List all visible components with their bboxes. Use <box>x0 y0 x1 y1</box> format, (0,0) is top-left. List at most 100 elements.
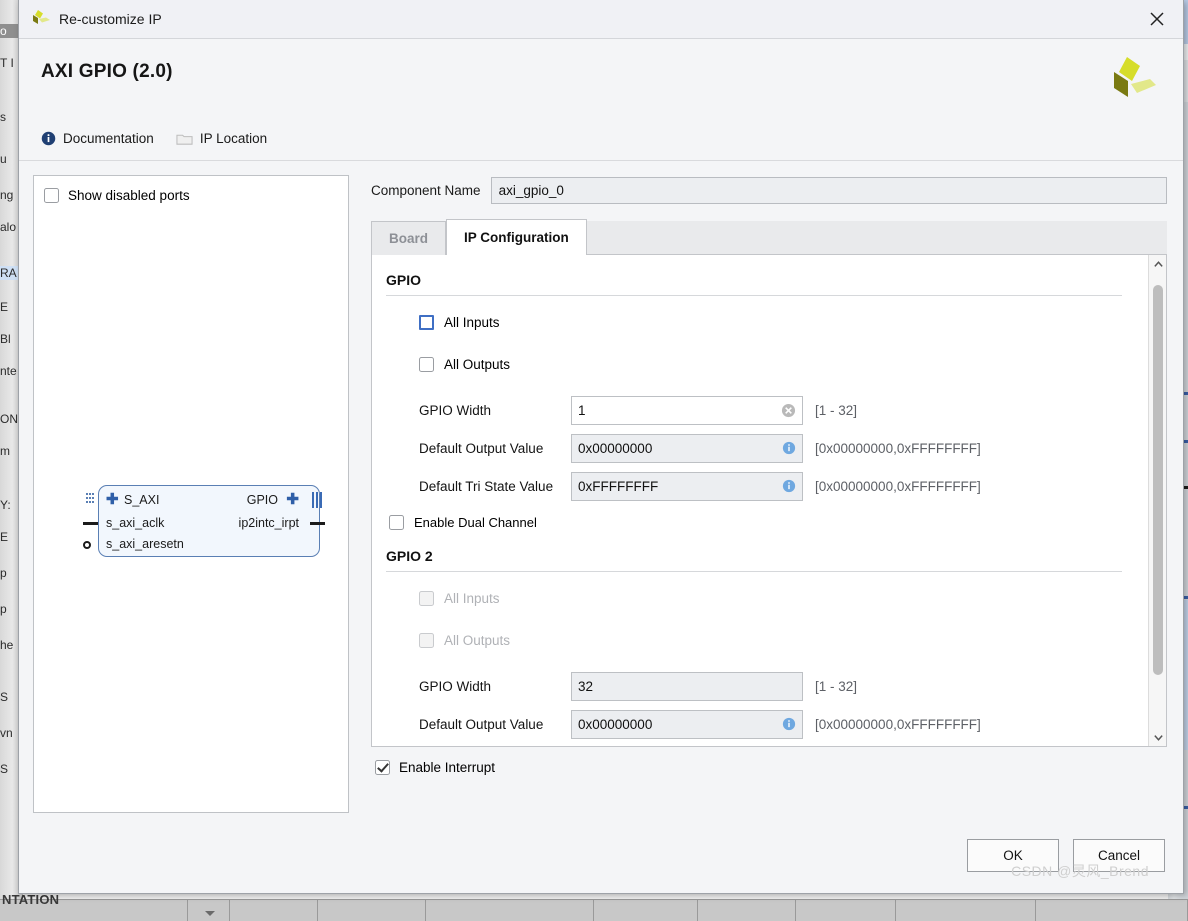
gpio-default-output-row: Default Output Value 0x00000000 [0x00000… <box>419 433 1148 463</box>
clear-circle-icon[interactable] <box>781 403 796 418</box>
cancel-button[interactable]: Cancel <box>1073 838 1165 872</box>
gpio-all-inputs-checkbox[interactable] <box>419 314 434 330</box>
gpio-width-row: GPIO Width 1 [1 - 32] <box>419 395 1148 425</box>
enable-interrupt-label: Enable Interrupt <box>399 760 496 775</box>
dialog-titlebar: Re-customize IP <box>19 0 1183 39</box>
ip-block-symbol: ✚ S_AXI s_axi_aclk s_axi_aresetn GPIO ✚ … <box>80 481 328 571</box>
gpio-all-outputs-row[interactable]: All Outputs <box>419 353 1148 375</box>
component-name-row: Component Name axi_gpio_0 <box>371 177 1167 204</box>
documentation-link[interactable]: Documentation <box>41 131 154 146</box>
port-label-s-axi: S_AXI <box>124 493 160 507</box>
ip-configuration-scroll-content: GPIO All Inputs All Outputs GPIO Width 1 <box>372 255 1148 746</box>
enable-dual-channel-label: Enable Dual Channel <box>414 515 537 530</box>
gpio-default-output-label: Default Output Value <box>419 440 544 456</box>
ok-button-label: OK <box>1003 847 1023 863</box>
show-disabled-ports-checkbox[interactable] <box>44 188 59 203</box>
gpio2-width-input[interactable]: 32 <box>571 671 803 701</box>
enable-interrupt-checkbox[interactable] <box>375 760 390 775</box>
ip-configuration-column: Component Name axi_gpio_0 Board IP Confi… <box>371 175 1167 814</box>
plus-icon[interactable]: ✚ <box>106 492 119 507</box>
s-axi-aresetn-stub-icon <box>83 541 91 549</box>
gpio2-default-output-label: Default Output Value <box>419 716 544 732</box>
cancel-button-label: Cancel <box>1097 847 1141 863</box>
background-bottom-label: NTATION <box>2 892 60 907</box>
plus-icon[interactable]: ✚ <box>286 492 299 507</box>
info-circle-icon <box>41 131 56 146</box>
gpio-all-outputs-checkbox[interactable] <box>419 356 434 372</box>
tab-bar-filler <box>586 221 1167 255</box>
dialog-title: Re-customize IP <box>59 11 162 27</box>
page-title: AXI GPIO (2.0) <box>41 61 173 82</box>
gpio2-all-outputs-row: All Outputs <box>419 629 1148 651</box>
gpio2-default-output-value: 0x00000000 <box>578 716 653 732</box>
scrollbar-thumb[interactable] <box>1153 285 1163 675</box>
tab-ip-configuration[interactable]: IP Configuration <box>446 219 587 255</box>
gpio-default-output-range: [0x00000000,0xFFFFFFFF] <box>815 440 981 456</box>
gpio-width-input[interactable]: 1 <box>571 395 803 425</box>
tab-ip-configuration-label: IP Configuration <box>464 230 569 245</box>
gpio2-section-title: GPIO 2 <box>386 548 433 564</box>
folder-icon <box>176 134 193 145</box>
enable-dual-channel-row[interactable]: Enable Dual Channel <box>389 515 1148 530</box>
config-vertical-scrollbar[interactable] <box>1148 255 1166 746</box>
show-disabled-ports-row[interactable]: Show disabled ports <box>34 176 348 203</box>
gpio2-section-divider <box>386 571 1122 572</box>
gpio2-default-output-input[interactable]: 0x00000000 <box>571 709 803 739</box>
chevron-up-icon[interactable] <box>1149 255 1166 273</box>
close-glyph <box>1150 12 1164 26</box>
component-name-input[interactable]: axi_gpio_0 <box>490 177 1167 204</box>
gpio-width-range: [1 - 32] <box>815 402 858 418</box>
port-label-s-axi-aclk: s_axi_aclk <box>106 516 165 530</box>
info-icon[interactable] <box>782 717 796 731</box>
ok-button[interactable]: OK <box>967 838 1059 872</box>
gpio2-width-value: 32 <box>578 678 594 694</box>
component-name-label: Component Name <box>371 183 481 198</box>
gpio2-default-output-row: Default Output Value 0x00000000 [0x00000… <box>419 709 1148 739</box>
gpio-default-tri-row: Default Tri State Value 0xFFFFFFFF [0x00… <box>419 471 1148 501</box>
s-axi-aclk-stub <box>83 522 98 525</box>
enable-dual-channel-checkbox[interactable] <box>389 515 404 530</box>
dialog-body: Show disabled ports ✚ S_AXI s_axi_aclk s… <box>19 161 1183 814</box>
chevron-down-glyph <box>1153 734 1163 741</box>
ip2intc-irpt-stub <box>310 522 325 525</box>
header-links: Documentation IP Location <box>19 117 1183 161</box>
gpio2-width-label: GPIO Width <box>419 678 492 694</box>
dialog-footer: OK Cancel <box>19 817 1183 893</box>
gpio2-default-output-range: [0x00000000,0xFFFFFFFF] <box>815 716 981 732</box>
tab-bar: Board IP Configuration <box>371 219 1167 255</box>
xilinx-logo-icon <box>1114 57 1156 97</box>
gpio-default-tri-range: [0x00000000,0xFFFFFFFF] <box>815 478 981 494</box>
enable-interrupt-row[interactable]: Enable Interrupt <box>375 760 1167 775</box>
gpio2-all-inputs-checkbox <box>419 590 434 606</box>
ip-symbol-preview-panel: Show disabled ports ✚ S_AXI s_axi_aclk s… <box>33 175 349 813</box>
re-customize-ip-dialog: Re-customize IP AXI GPIO (2.0) Documenta… <box>18 0 1184 894</box>
tab-board[interactable]: Board <box>371 221 447 255</box>
gpio2-all-outputs-label: All Outputs <box>444 632 511 648</box>
gpio2-all-inputs-label: All Inputs <box>444 590 500 606</box>
chevron-down-icon[interactable] <box>1149 728 1166 746</box>
gpio-all-inputs-row[interactable]: All Inputs <box>419 311 1148 333</box>
component-name-value: axi_gpio_0 <box>498 183 564 198</box>
ip-location-label: IP Location <box>199 131 268 146</box>
gpio-default-tri-input[interactable]: 0xFFFFFFFF <box>571 471 803 501</box>
gpio-width-label: GPIO Width <box>419 402 492 418</box>
gpio2-all-inputs-row: All Inputs <box>419 587 1148 609</box>
ip-location-link[interactable]: IP Location <box>176 131 267 146</box>
gpio-section-title: GPIO <box>386 272 422 288</box>
ip-configuration-panel: GPIO All Inputs All Outputs GPIO Width 1 <box>371 255 1167 747</box>
gpio-section-divider <box>386 295 1122 296</box>
gpio-default-output-input[interactable]: 0x00000000 <box>571 433 803 463</box>
scrollbar-track[interactable] <box>1149 273 1166 728</box>
gpio-all-inputs-label: All Inputs <box>444 314 500 330</box>
xilinx-logo-icon <box>33 10 50 24</box>
close-icon[interactable] <box>1131 0 1183 38</box>
info-icon[interactable] <box>782 441 796 455</box>
tab-board-label: Board <box>389 231 429 246</box>
gpio-width-value: 1 <box>578 402 586 418</box>
gpio-all-outputs-label: All Outputs <box>444 356 511 372</box>
background-sort-caret-icon <box>205 911 215 916</box>
s-axi-bus-connector-icon <box>86 493 95 506</box>
info-icon[interactable] <box>782 479 796 493</box>
chevron-up-glyph <box>1153 260 1163 267</box>
port-label-ip2intc-irpt: ip2intc_irpt <box>238 516 299 530</box>
